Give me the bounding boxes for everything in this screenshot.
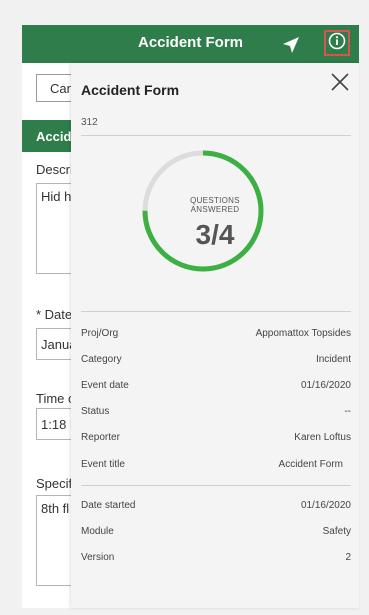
- navigation-arrow-icon[interactable]: [280, 34, 302, 56]
- detail-key: Category: [81, 354, 122, 365]
- detail-key: Reporter: [81, 432, 120, 443]
- detail-row-event-date: Event date 01/16/2020: [81, 380, 351, 396]
- progress-label: QUESTIONS ANSWERED: [71, 196, 359, 214]
- info-button[interactable]: [324, 30, 350, 56]
- form-details-panel: Accident Form 312 QUESTIONS ANSWERED 3/4…: [71, 63, 359, 608]
- progress-value: 3/4: [195, 219, 235, 250]
- meta-row-module: Module Safety: [81, 526, 351, 542]
- meta-value: 2: [345, 552, 351, 563]
- detail-row-event-title: Event title Accident Form: [81, 459, 351, 475]
- detail-value: 01/16/2020: [300, 380, 351, 391]
- progress-label-line2: ANSWERED: [190, 205, 240, 214]
- detail-value: Incident: [315, 354, 351, 365]
- detail-row-proj-org: Proj/Org Appomattox Topsides: [81, 328, 351, 344]
- detail-value: Accident Form: [278, 459, 343, 470]
- detail-row-status: Status --: [81, 406, 351, 422]
- divider: [81, 485, 351, 486]
- progress-label-line1: QUESTIONS: [190, 196, 240, 205]
- detail-value: Karen Loftus: [294, 432, 351, 443]
- meta-row-date-started: Date started 01/16/2020: [81, 500, 351, 516]
- detail-key: Proj/Org: [81, 328, 119, 339]
- detail-key: Event date: [81, 380, 129, 391]
- form-id: 312: [81, 117, 98, 128]
- meta-value: 01/16/2020: [300, 500, 351, 511]
- meta-key: Version: [81, 552, 115, 563]
- detail-key: Status: [81, 406, 110, 417]
- detail-value: --: [344, 406, 351, 417]
- meta-key: Date started: [81, 500, 136, 511]
- meta-row-version: Version 2: [81, 552, 351, 568]
- app-title: Accident Form: [137, 34, 243, 51]
- divider: [81, 135, 351, 136]
- divider: [81, 311, 351, 312]
- meta-value: Safety: [322, 526, 351, 537]
- info-icon: [328, 32, 346, 55]
- close-icon[interactable]: [329, 71, 351, 93]
- meta-key: Module: [81, 526, 114, 537]
- detail-row-category: Category Incident: [81, 354, 351, 370]
- panel-title: Accident Form: [81, 82, 180, 98]
- detail-value: Appomattox Topsides: [255, 328, 351, 339]
- detail-row-reporter: Reporter Karen Loftus: [81, 432, 351, 448]
- detail-key: Event title: [81, 459, 125, 470]
- app-header: Accident Form: [22, 25, 359, 63]
